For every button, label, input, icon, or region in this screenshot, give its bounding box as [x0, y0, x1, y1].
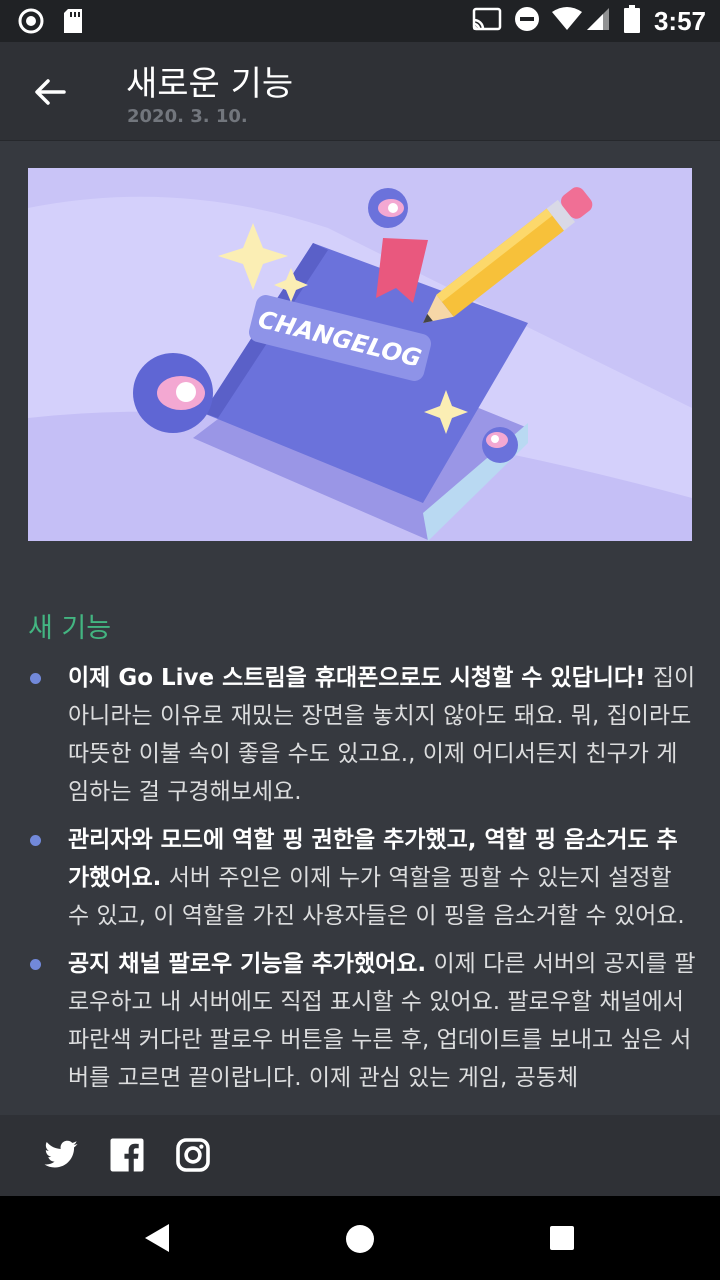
- list-item: 공지 채널 팔로우 기능을 추가했어요. 이제 다른 서버의 공지를 팔로우하고…: [28, 945, 696, 1097]
- sd-card-icon: [62, 8, 84, 38]
- cell-signal-icon: [586, 7, 610, 35]
- twitter-icon[interactable]: [43, 1137, 79, 1173]
- feature-description: 서버 주인은 이제 누가 역할을 핑할 수 있는지 설정할 수 있고, 이 역할…: [68, 865, 685, 929]
- bullet-dot: [30, 673, 41, 684]
- battery-icon: [623, 5, 640, 37]
- feature-list: 이제 Go Live 스트림을 휴대폰으로도 시청할 수 있답니다! 집이 아니…: [28, 659, 696, 1107]
- bullet-dot: [30, 959, 41, 970]
- instagram-icon[interactable]: [175, 1137, 211, 1173]
- system-nav-bar: [0, 1196, 720, 1280]
- cast-icon: [472, 6, 502, 36]
- nav-recents-button[interactable]: [549, 1225, 575, 1255]
- list-item: 이제 Go Live 스트림을 휴대폰으로도 시청할 수 있답니다! 집이 아니…: [28, 659, 696, 811]
- section-title-new-features: 새 기능: [28, 613, 112, 644]
- status-bar: 3:57: [0, 0, 720, 42]
- nav-home-button[interactable]: [345, 1224, 375, 1258]
- page-title: 새로운 기능: [126, 64, 294, 104]
- list-item: 관리자와 모드에 역할 핑 권한을 추가했고, 역할 핑 음소거도 추가했어요.…: [28, 821, 696, 935]
- circle-status-icon: [18, 8, 44, 38]
- nav-back-button[interactable]: [143, 1222, 171, 1258]
- app-header: 새로운 기능 2020. 3. 10.: [0, 42, 720, 141]
- feature-headline: 공지 채널 팔로우 기능을 추가했어요.: [68, 951, 427, 977]
- do-not-disturb-icon: [514, 6, 540, 36]
- back-button[interactable]: [28, 70, 72, 114]
- changelog-content[interactable]: CHANGELOG 새 기능 이제 Go Live 스트림을 휴대폰으로도 시청…: [0, 141, 720, 1115]
- bullet-dot: [30, 835, 41, 846]
- feature-headline: 이제 Go Live 스트림을 휴대폰으로도 시청할 수 있답니다!: [68, 665, 646, 691]
- release-date: 2020. 3. 10.: [127, 106, 248, 127]
- arrow-left-icon: [28, 79, 72, 118]
- changelog-hero-image: CHANGELOG: [28, 168, 692, 541]
- facebook-icon[interactable]: [109, 1137, 145, 1173]
- social-links-bar: [0, 1115, 720, 1196]
- wifi-icon: [551, 7, 582, 35]
- status-time: 3:57: [653, 5, 706, 36]
